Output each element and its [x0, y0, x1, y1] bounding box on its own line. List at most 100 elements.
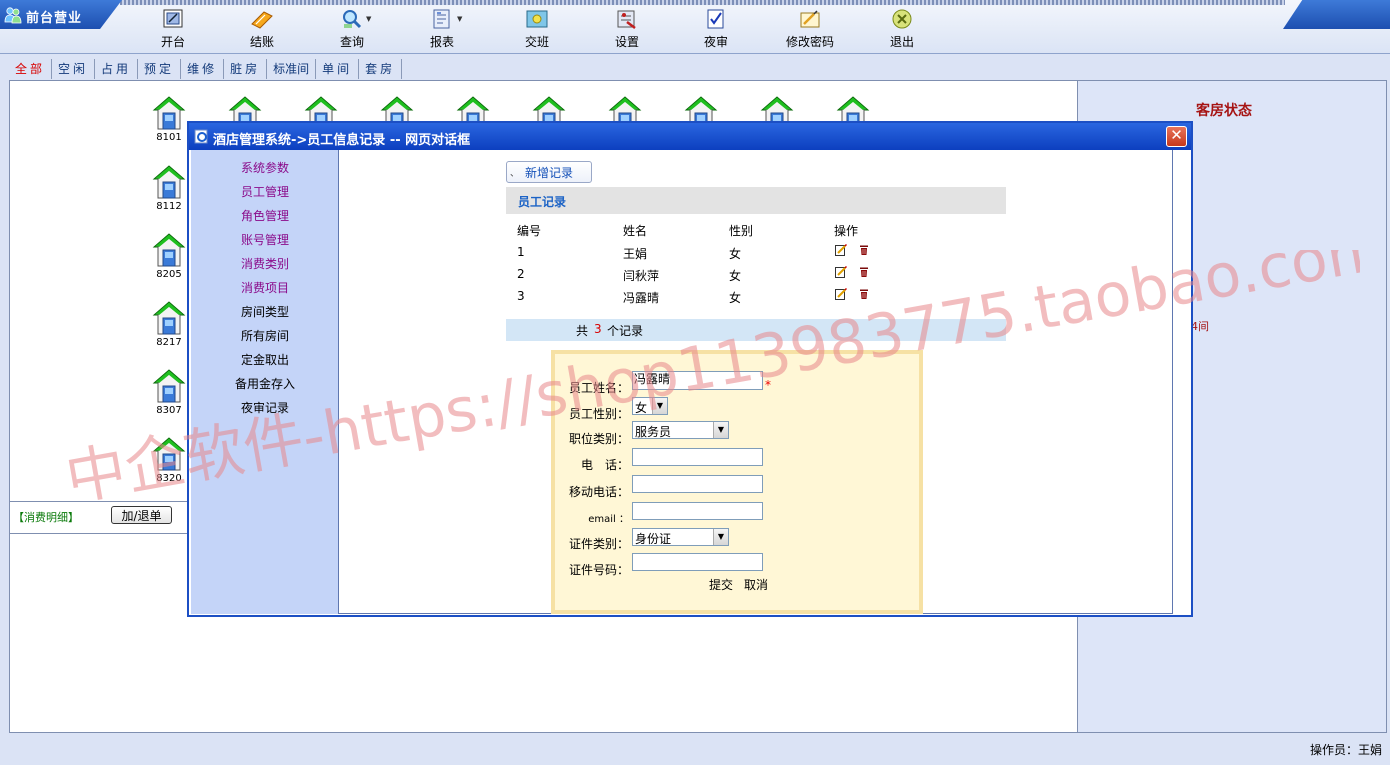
exit-button[interactable]: 退出: [862, 8, 942, 50]
idtype-select-value: 身份证: [635, 532, 672, 546]
cell-id: 3: [517, 289, 525, 303]
close-button[interactable]: ✕: [1166, 126, 1187, 147]
room-filter-tabs: 全部 空闲 占用 预定 维修 脏房 标准间 单间 套房: [9, 59, 403, 79]
records-title: 员工记录: [518, 195, 567, 209]
room-number: 8217: [156, 337, 182, 348]
tab-all[interactable]: 全部: [9, 59, 53, 79]
cell-id: 1: [517, 245, 525, 259]
records-header: 员工记录: [506, 187, 1006, 214]
gender-select[interactable]: 女 ▼: [632, 397, 668, 415]
cell-name: 冯露晴: [623, 291, 660, 305]
dialog-titlebar[interactable]: 酒店管理系统->员工信息记录 -- 网页对话框 ✕: [189, 123, 1191, 150]
name-label: 员工姓名：: [568, 381, 629, 395]
required-marker: *: [765, 378, 771, 392]
position-select[interactable]: 服务员 ▼: [632, 421, 729, 439]
room-tile[interactable]: 8320: [151, 436, 187, 486]
edit-icon[interactable]: [835, 288, 847, 300]
consume-detail-label: 【消费明细】: [13, 511, 79, 524]
shift-button[interactable]: 交班: [497, 8, 577, 50]
operator-label: 操作员：王娟: [1309, 743, 1382, 757]
submit-link[interactable]: 提交: [709, 576, 733, 593]
report-button[interactable]: ▼ 报表: [402, 8, 482, 50]
edit-icon[interactable]: [835, 244, 847, 256]
checkout-button[interactable]: 结账: [222, 8, 302, 50]
room-tile[interactable]: 8217: [151, 300, 187, 350]
menu-item[interactable]: 角色管理: [191, 207, 339, 224]
tab-occupied[interactable]: 占用: [95, 59, 139, 79]
dialog-title: 酒店管理系统->员工信息记录 -- 网页对话框: [213, 133, 471, 148]
cell-gender: 女: [729, 291, 742, 305]
cancel-link[interactable]: 取消: [744, 576, 768, 593]
toolbar-label: 夜审: [703, 35, 728, 49]
chevron-down-icon: ▼: [713, 529, 728, 545]
room-number: 8112: [156, 201, 182, 212]
brand-tab[interactable]: 前台营业: [0, 0, 122, 29]
chevron-down-icon: ▼: [652, 398, 667, 414]
room-tile[interactable]: 8307: [151, 368, 187, 418]
menu-item[interactable]: 定金取出: [191, 351, 339, 368]
settings-button[interactable]: 设置: [587, 8, 667, 50]
menu-item[interactable]: 房间类型: [191, 303, 339, 320]
gender-select-value: 女: [635, 401, 648, 415]
new-record-button[interactable]: 、 新增记录: [506, 161, 592, 183]
tab-standard[interactable]: 标准间: [267, 59, 317, 79]
room-number: 8320: [156, 473, 182, 484]
menu-item[interactable]: 备用金存入: [191, 375, 339, 392]
settings-icon: [617, 10, 636, 29]
footer-count: 3: [594, 322, 602, 336]
button-tick-icon: 、: [510, 169, 520, 179]
delete-icon[interactable]: [858, 266, 870, 278]
menu-item[interactable]: 夜审记录: [191, 399, 339, 416]
users-icon: [4, 7, 22, 24]
menu-item[interactable]: 系统参数: [191, 159, 339, 176]
toolbar-label: 开台: [160, 35, 185, 49]
room-status-title: 客房状态: [1196, 103, 1252, 119]
dialog-content: 、 新增记录 员工记录 编号 姓名 性别 操作 1 王娟女 2 闫秋萍女 3 冯露晴女 共…: [339, 150, 1173, 614]
delete-icon[interactable]: [858, 244, 870, 256]
idnum-input[interactable]: [632, 553, 763, 571]
open-table-button[interactable]: 开台: [133, 8, 213, 50]
idtype-select[interactable]: 身份证 ▼: [632, 528, 729, 546]
email-input[interactable]: [632, 502, 763, 520]
toolbar-label: 结账: [249, 35, 274, 49]
edit-icon[interactable]: [835, 266, 847, 278]
header-name: 姓名: [623, 224, 648, 238]
menu-item[interactable]: 消费类别: [191, 255, 339, 272]
query-button[interactable]: ▼ 查询: [312, 8, 392, 50]
header-id: 编号: [517, 224, 542, 238]
menu-item[interactable]: 消费项目: [191, 279, 339, 296]
open-table-icon: [163, 9, 183, 28]
cell-gender: 女: [729, 247, 742, 261]
add-return-bill-button[interactable]: 加/退单: [111, 506, 172, 524]
tab-suite[interactable]: 套房: [359, 59, 403, 79]
employee-form: 员工姓名： 冯露晴 * 员工性别： 女 ▼ 职位类别： 服务员 ▼ 电 话： 移…: [551, 350, 923, 614]
house-icon: [152, 301, 186, 335]
menu-item[interactable]: 所有房间: [191, 327, 339, 344]
room-tile[interactable]: 8205: [151, 232, 187, 282]
tab-reserved[interactable]: 预定: [138, 59, 182, 79]
ie-page-icon: [194, 129, 208, 144]
tab-single[interactable]: 单间: [316, 59, 360, 79]
menu-item[interactable]: 账号管理: [191, 231, 339, 248]
name-input[interactable]: 冯露晴: [632, 371, 763, 390]
brand-label: 前台营业: [26, 11, 83, 26]
report-icon: [433, 9, 450, 29]
night-audit-button[interactable]: 夜审: [676, 8, 756, 50]
tab-maintenance[interactable]: 维修: [181, 59, 225, 79]
menu-item[interactable]: 员工管理: [191, 183, 339, 200]
room-tile[interactable]: 8112: [151, 164, 187, 214]
phone-input[interactable]: [632, 448, 763, 466]
footer-prefix: 共: [576, 324, 589, 338]
mobile-input[interactable]: [632, 475, 763, 493]
gender-label: 员工性别：: [568, 407, 629, 421]
delete-icon[interactable]: [858, 288, 870, 300]
toolbar-right-decoration: [1283, 0, 1390, 29]
change-password-button[interactable]: 修改密码: [770, 8, 850, 50]
chevron-down-icon: ▼: [457, 15, 463, 23]
tab-vacant[interactable]: 空闲: [52, 59, 96, 79]
house-icon: [152, 369, 186, 403]
employee-records-panel: 员工记录 编号 姓名 性别 操作 1 王娟女 2 闫秋萍女 3 冯露晴女 共 3 个记录: [506, 187, 1006, 342]
room-tile[interactable]: 8101: [151, 95, 187, 145]
house-icon: [152, 96, 186, 130]
tab-dirty[interactable]: 脏房: [224, 59, 268, 79]
